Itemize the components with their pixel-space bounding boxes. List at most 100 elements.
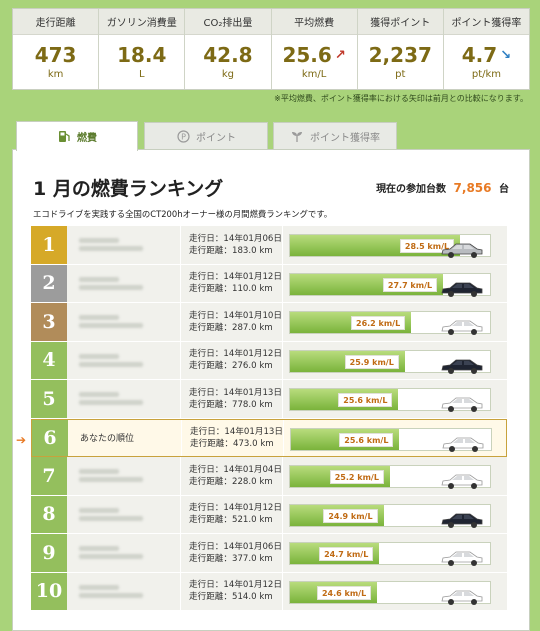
date-prefix: 走行日： bbox=[189, 541, 224, 552]
fuel-economy-value: 25.6 km/L bbox=[339, 432, 394, 447]
blurred-name bbox=[79, 312, 149, 331]
ranking-row: 10 走行日：14年01月12日 走行距離：514.0 km 24.6 km/L bbox=[31, 572, 507, 611]
fuel-bar-track: 25.6 km/L bbox=[289, 388, 491, 412]
ranking-row: 7 走行日：14年01月04日 走行距離：228.0 km 25.2 km/L bbox=[31, 457, 507, 496]
fuel-bar-cell: 25.6 km/L bbox=[283, 419, 506, 456]
fuel-bar-track: 25.2 km/L bbox=[289, 465, 491, 489]
my-position-arrow-icon: ➔ bbox=[16, 432, 27, 447]
rank-number: 4 bbox=[42, 349, 56, 372]
stat-label: 獲得ポイント bbox=[357, 9, 443, 35]
fuel-economy-value: 25.6 km/L bbox=[338, 393, 393, 407]
car-icon bbox=[441, 474, 483, 489]
tab-fuel-economy[interactable]: 燃費 bbox=[16, 121, 138, 151]
blurred-name bbox=[79, 505, 149, 524]
stat-label: ポイント獲得率 bbox=[443, 9, 530, 35]
distance-prefix: 走行距離： bbox=[190, 438, 233, 449]
fuel-bar-track: 24.6 km/L bbox=[289, 580, 491, 605]
ranking-row: 9 走行日：14年01月06日 走行距離：377.0 km 24.7 km/L bbox=[31, 534, 507, 573]
blurred-name bbox=[79, 466, 149, 485]
stat-distance: 走行距離 473 km bbox=[13, 9, 99, 89]
date-prefix: 走行日： bbox=[189, 387, 224, 398]
blurred-name bbox=[79, 351, 149, 370]
participants-label: 現在の参加台数 bbox=[376, 184, 447, 195]
rank-badge: 10 bbox=[31, 572, 67, 610]
ranking-row: 3 走行日：14年01月10日 走行距離：287.0 km 26.2 km/L bbox=[31, 303, 507, 342]
stat-value: 4.7 bbox=[461, 43, 498, 67]
fuel-economy-value: 27.7 km/L bbox=[382, 277, 438, 292]
rank-badge: 1 bbox=[31, 226, 67, 264]
car-icon bbox=[441, 551, 483, 566]
trip-info: 走行日：14年01月12日 走行距離：110.0 km bbox=[180, 264, 282, 302]
summary-stats: 走行距離 473 km ガソリン消費量 18.4 L CO₂排出量 42.8 k… bbox=[12, 8, 530, 90]
owner-name-cell bbox=[67, 572, 180, 610]
rank-badge: 9 bbox=[31, 534, 67, 572]
fuel-bar-cell: 27.7 km/L bbox=[282, 264, 507, 302]
fuel-bar-cell: 25.2 km/L bbox=[282, 457, 507, 495]
distance-prefix: 走行距離： bbox=[189, 515, 232, 526]
participants-unit: 台 bbox=[499, 184, 509, 195]
trip-info: 走行日：14年01月13日 走行距離：473.0 km bbox=[181, 419, 283, 456]
stat-value: 2,237 bbox=[368, 43, 432, 67]
participant-count: 現在の参加台数 7,856 台 bbox=[376, 180, 509, 195]
stat-unit: kg bbox=[221, 69, 234, 80]
points-coin-icon: P bbox=[176, 130, 190, 144]
distance-prefix: 走行距離： bbox=[189, 245, 232, 256]
fuel-bar-cell: 24.9 km/L bbox=[282, 495, 507, 533]
fuel-pump-icon bbox=[57, 130, 71, 144]
owner-name-cell bbox=[67, 457, 180, 495]
trip-date: 14年01月12日 bbox=[223, 503, 282, 514]
fuel-bar-track: 27.7 km/L bbox=[289, 272, 491, 297]
trip-date: 14年01月10日 bbox=[223, 310, 282, 321]
ranking-row: 8 走行日：14年01月12日 走行距離：521.0 km 24.9 km/L bbox=[31, 495, 507, 534]
distance-prefix: 走行距離： bbox=[189, 553, 232, 564]
ranking-row: 4 走行日：14年01月12日 走行距離：276.0 km 25.9 km/L bbox=[31, 341, 507, 380]
blurred-name bbox=[79, 582, 149, 601]
stat-unit: km bbox=[47, 69, 64, 80]
distance-prefix: 走行距離： bbox=[189, 592, 232, 603]
fuel-bar-track: 28.5 km/L bbox=[289, 234, 491, 258]
owner-name-cell bbox=[67, 341, 180, 379]
participants-number: 7,856 bbox=[453, 181, 492, 195]
distance-prefix: 走行距離： bbox=[189, 399, 232, 410]
ranking-panel: 1 月の燃費ランキング 現在の参加台数 7,856 台 エコドライブを実践する全… bbox=[12, 149, 530, 631]
car-icon bbox=[441, 590, 483, 605]
date-prefix: 走行日： bbox=[189, 233, 224, 244]
fuel-bar-track: 25.6 km/L bbox=[290, 427, 492, 452]
trip-distance: 183.0 km bbox=[231, 245, 273, 256]
fuel-economy-value: 26.2 km/L bbox=[351, 316, 406, 330]
blurred-name bbox=[79, 389, 149, 408]
owner-name-cell bbox=[67, 380, 180, 418]
date-prefix: 走行日： bbox=[189, 349, 224, 360]
rank-number: 1 bbox=[42, 233, 56, 256]
stat-fuel-consumption: ガソリン消費量 18.4 L bbox=[98, 9, 185, 89]
tab-points[interactable]: P ポイント bbox=[144, 122, 268, 150]
sprout-icon bbox=[290, 130, 304, 144]
owner-name-cell bbox=[67, 303, 180, 341]
date-prefix: 走行日： bbox=[189, 503, 224, 514]
trip-distance: 521.0 km bbox=[231, 515, 273, 526]
date-prefix: 走行日： bbox=[189, 580, 224, 591]
stat-unit: pt/km bbox=[471, 69, 502, 80]
owner-name-cell bbox=[67, 264, 180, 302]
fuel-bar-track: 25.9 km/L bbox=[289, 349, 491, 374]
comparison-note: ※平均燃費、ポイント獲得率における矢印は前月との比較になります。 bbox=[274, 94, 528, 103]
tab-point-rate[interactable]: ポイント獲得率 bbox=[273, 122, 397, 150]
car-icon bbox=[441, 397, 483, 412]
trip-distance: 473.0 km bbox=[232, 438, 274, 449]
fuel-bar-cell: 28.5 km/L bbox=[282, 226, 507, 264]
tab-label: 燃費 bbox=[77, 133, 97, 144]
stat-value: 42.8 bbox=[203, 43, 253, 67]
date-prefix: 走行日： bbox=[190, 426, 225, 437]
distance-prefix: 走行距離： bbox=[189, 322, 232, 333]
fuel-bar-cell: 24.7 km/L bbox=[282, 534, 507, 572]
trip-distance: 228.0 km bbox=[231, 476, 273, 487]
fuel-economy-value: 24.6 km/L bbox=[316, 585, 372, 600]
rank-number: 9 bbox=[42, 541, 56, 564]
fuel-bar-track: 24.9 km/L bbox=[289, 503, 491, 528]
blurred-name bbox=[79, 274, 149, 293]
fuel-bar-cell: 24.6 km/L bbox=[282, 572, 507, 610]
page-title: 1 月の燃費ランキング bbox=[33, 178, 224, 200]
trip-date: 14年01月06日 bbox=[223, 233, 282, 244]
fuel-bar-cell: 26.2 km/L bbox=[282, 303, 507, 341]
fuel-economy-value: 25.2 km/L bbox=[329, 470, 384, 484]
